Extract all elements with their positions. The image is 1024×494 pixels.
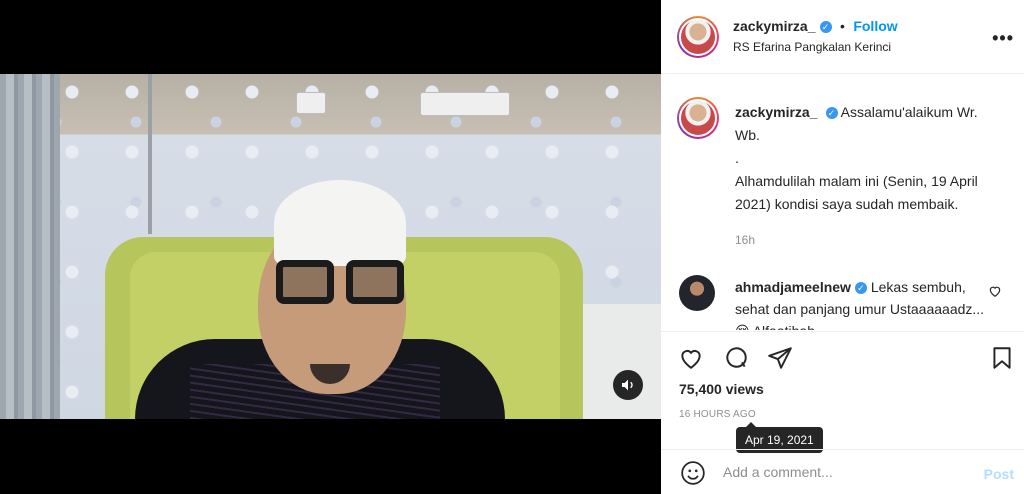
author-avatar[interactable]	[677, 16, 719, 58]
commenter-avatar[interactable]	[679, 275, 715, 311]
bedside-cabinet	[581, 304, 661, 419]
video-player[interactable]	[0, 74, 661, 419]
instagram-post: zackymirza_ ✓ • Follow RS Efarina Pangkal…	[0, 0, 1024, 494]
caption-username[interactable]: zackymirza_	[735, 104, 818, 120]
like-button[interactable]	[677, 344, 705, 372]
separator-dot: •	[839, 18, 845, 34]
like-comment-icon[interactable]	[988, 284, 1002, 303]
verified-badge-icon: ✓	[854, 282, 867, 294]
caption-timestamp[interactable]: 16h	[735, 233, 755, 247]
caption-line-2: .	[735, 150, 739, 166]
smiley-icon	[681, 461, 705, 485]
iv-pole	[148, 74, 152, 234]
comment-item: ahmadjameelnew ✓ Lekas sembuh, sehat dan …	[735, 276, 985, 330]
post-time-ago[interactable]: 16 HOURS AGO	[679, 409, 756, 420]
speaker-icon	[622, 379, 633, 391]
verified-badge-icon: ✓	[819, 21, 832, 33]
comment-button[interactable]	[722, 344, 750, 372]
glasses	[276, 260, 404, 304]
share-button[interactable]	[766, 344, 794, 372]
media-panel	[0, 0, 661, 494]
post-comment-button[interactable]: Post	[984, 466, 1014, 482]
save-button[interactable]	[988, 344, 1016, 372]
emoji-button[interactable]	[679, 459, 707, 487]
location-link[interactable]: RS Efarina Pangkalan Kerinci	[733, 40, 891, 54]
author-username[interactable]: zackymirza_	[733, 18, 816, 34]
post-side-panel: zackymirza_ ✓ • Follow RS Efarina Pangkal…	[661, 0, 1024, 494]
more-options-icon[interactable]: •••	[992, 28, 1014, 49]
medical-panel	[420, 92, 510, 116]
comments-section[interactable]: zackymirza_ ✓ Assalamu'alaikum Wr. Wb. . …	[661, 75, 1024, 330]
bookmark-icon	[993, 347, 1011, 369]
post-header: zackymirza_ ✓ • Follow RS Efarina Pangkal…	[661, 0, 1024, 74]
verified-badge-icon: ✓	[825, 107, 838, 119]
audio-toggle-button[interactable]	[613, 370, 643, 400]
caption: zackymirza_ ✓ Assalamu'alaikum Wr. Wb. . …	[735, 101, 1005, 216]
commenter-username[interactable]: ahmadjameelnew	[735, 279, 851, 295]
wall-outlet	[296, 92, 326, 114]
paper-plane-icon	[768, 347, 792, 369]
follow-button[interactable]: Follow	[853, 18, 897, 34]
view-count[interactable]: 75,400 views	[679, 381, 764, 397]
comment-icon	[726, 347, 747, 368]
white-cap	[274, 180, 406, 266]
caption-line-3: Alhamdulilah malam ini (Senin, 19 April …	[735, 173, 978, 212]
caption-avatar[interactable]	[677, 97, 719, 139]
comment-input[interactable]	[723, 464, 963, 480]
curtain	[0, 74, 60, 419]
header-line: zackymirza_ ✓ • Follow	[733, 18, 898, 36]
add-comment-row: Post	[661, 449, 1024, 494]
post-actions: 75,400 views 16 HOURS AGO Apr 19, 2021 P…	[661, 331, 1024, 494]
heart-icon	[681, 350, 701, 369]
